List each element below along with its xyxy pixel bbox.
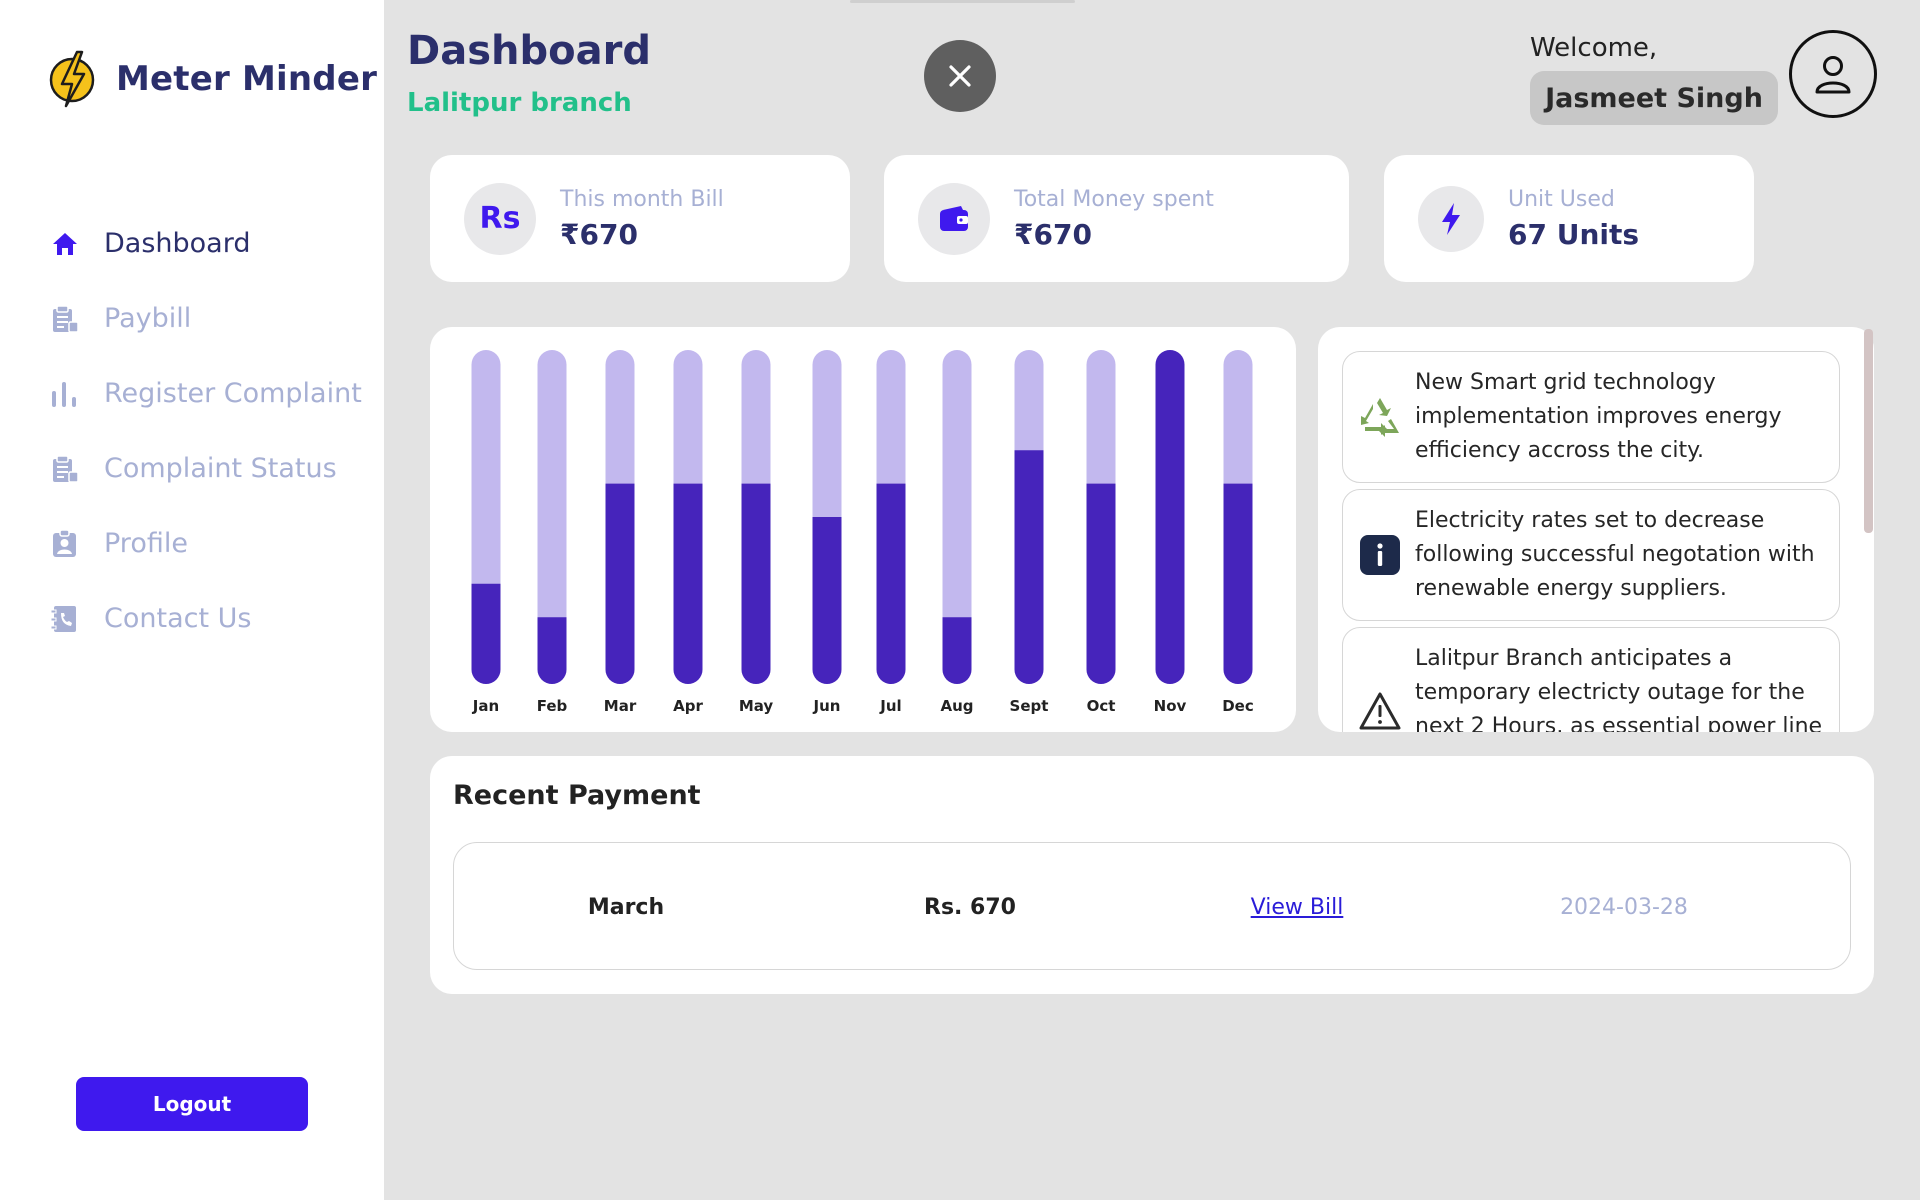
news-item[interactable]: Lalitpur Branch anticipates a temporary …: [1342, 627, 1840, 732]
sidebar-item-label: Paybill: [104, 303, 192, 334]
close-button[interactable]: [924, 40, 996, 112]
news-text: Electricity rates set to decrease follow…: [1415, 508, 1815, 601]
sidebar-nav: Dashboard Paybill Register Complaint Com…: [48, 206, 362, 656]
news-text: New Smart grid technology implementation…: [1415, 370, 1782, 463]
stat-card-monthly-bill: Rs This month Bill ₹670: [430, 155, 850, 282]
sidebar-item-paybill[interactable]: Paybill: [48, 281, 362, 356]
usage-bar-chart: Jan Feb Mar Apr May Jun Jul Aug Sept Oct Nov Dec: [471, 350, 1254, 715]
bar-feb[interactable]: [537, 617, 567, 684]
sidebar-item-contact-us[interactable]: Contact Us: [48, 581, 362, 656]
sidebar-item-complaint-status[interactable]: Complaint Status: [48, 431, 362, 506]
bolt-icon: [1418, 185, 1484, 252]
news-list: New Smart grid technology implementation…: [1342, 351, 1840, 732]
x-tick-label: Apr: [673, 697, 703, 715]
bar-oct[interactable]: [1086, 483, 1116, 684]
logout-button[interactable]: Logout: [76, 1077, 308, 1131]
x-tick-label: Jun: [813, 697, 841, 715]
view-bill-link[interactable]: View Bill: [1142, 843, 1452, 971]
bar-sept[interactable]: [1014, 450, 1044, 684]
x-tick-label: May: [739, 697, 774, 715]
bar-nov[interactable]: [1155, 350, 1185, 684]
bar-aug[interactable]: [942, 617, 972, 684]
sidebar-item-register-complaint[interactable]: Register Complaint: [48, 356, 362, 431]
payment-row: March Rs. 670 View Bill 2024-03-28: [453, 842, 1851, 970]
news-item[interactable]: Electricity rates set to decrease follow…: [1342, 489, 1840, 621]
receipt-icon: [48, 302, 82, 336]
bar-mar[interactable]: [605, 483, 635, 684]
home-icon: [48, 227, 82, 261]
bar-chart-icon: [48, 377, 82, 411]
sidebar-item-label: Dashboard: [104, 228, 251, 259]
x-tick-label: Dec: [1222, 697, 1254, 715]
bar-may[interactable]: [741, 483, 771, 684]
id-badge-icon: [48, 527, 82, 561]
warning-icon: [1355, 686, 1405, 732]
user-icon: [1815, 56, 1851, 94]
page-title: Dashboard: [407, 28, 651, 74]
x-tick-label: Sept: [1010, 697, 1049, 715]
stat-label: This month Bill: [560, 186, 724, 212]
x-tick-label: Mar: [604, 697, 637, 715]
x-tick-label: Oct: [1087, 697, 1116, 715]
stat-value: ₹670: [560, 217, 638, 251]
stat-card-units-used: Unit Used 67 Units: [1384, 155, 1754, 282]
payment-date: 2024-03-28: [1560, 894, 1688, 920]
phone-book-icon: [48, 602, 82, 636]
usage-chart-card: Jan Feb Mar Apr May Jun Jul Aug Sept Oct Nov Dec: [430, 327, 1296, 732]
stat-label: Total Money spent: [1014, 186, 1214, 212]
lightning-bolt-icon: [49, 50, 95, 108]
welcome-text: Welcome,: [1530, 33, 1658, 63]
bar-jul[interactable]: [876, 483, 906, 684]
payment-month: March: [587, 894, 665, 920]
sidebar: Meter Minder Dashboard Paybill Register …: [0, 0, 384, 1200]
stat-value: 67 Units: [1508, 217, 1640, 251]
news-scrollbar[interactable]: [1864, 329, 1873, 533]
news-panel: New Smart grid technology implementation…: [1318, 327, 1874, 732]
bar-dec[interactable]: [1223, 483, 1253, 684]
brand-name: Meter Minder: [116, 59, 378, 99]
payment-amount: Rs. 670: [924, 894, 1016, 920]
recycle-icon: [1355, 392, 1405, 442]
stat-value: ₹670: [1014, 217, 1092, 251]
top-edge-handle: [850, 0, 1075, 3]
sidebar-item-label: Profile: [104, 528, 188, 559]
stat-card-total-spent: Total Money spent ₹670: [884, 155, 1349, 282]
user-name-badge[interactable]: Jasmeet Singh: [1530, 71, 1778, 125]
x-tick-label: Aug: [940, 697, 973, 715]
x-tick-label: Feb: [537, 697, 568, 715]
close-icon: [949, 65, 971, 87]
recent-payment-card: Recent Payment March Rs. 670 View Bill 2…: [430, 756, 1874, 994]
clipboard-icon: [48, 452, 82, 486]
news-text: Lalitpur Branch anticipates a temporary …: [1415, 646, 1823, 732]
bar-jan[interactable]: [471, 583, 501, 684]
x-tick-label: Jul: [879, 697, 901, 715]
avatar-button[interactable]: [1789, 30, 1877, 118]
sidebar-item-label: Contact Us: [104, 603, 252, 634]
stat-label: Unit Used: [1508, 186, 1615, 212]
branch-name: Lalitpur branch: [407, 88, 632, 118]
bar-jun[interactable]: [812, 517, 842, 684]
rupee-icon: Rs: [464, 182, 536, 255]
x-tick-label: Nov: [1154, 697, 1187, 715]
bar-apr[interactable]: [673, 483, 703, 684]
wallet-icon: [918, 182, 990, 255]
sidebar-item-label: Register Complaint: [104, 378, 362, 409]
section-title: Recent Payment: [453, 780, 701, 811]
sidebar-item-dashboard[interactable]: Dashboard: [48, 206, 362, 281]
brand[interactable]: Meter Minder: [46, 48, 377, 110]
info-icon: [1355, 530, 1405, 580]
sidebar-item-label: Complaint Status: [104, 453, 337, 484]
sidebar-item-profile[interactable]: Profile: [48, 506, 362, 581]
x-tick-label: Jan: [472, 697, 499, 715]
news-item[interactable]: New Smart grid technology implementation…: [1342, 351, 1840, 483]
